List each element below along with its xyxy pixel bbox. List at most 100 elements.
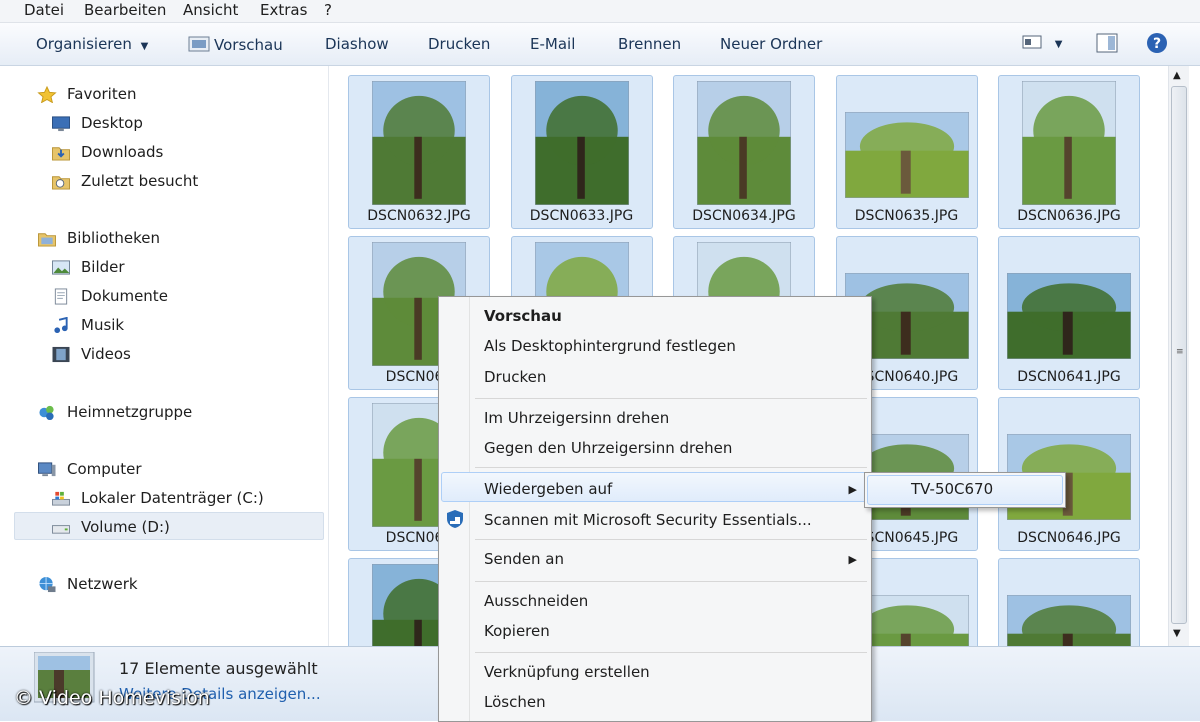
command-bar: Organisieren ▼ Vorschau Diashow Drucken … [0, 23, 1200, 66]
nav-label: Videos [81, 345, 131, 363]
nav-pictures[interactable]: Bilder [52, 258, 125, 276]
nav-label: Bilder [81, 258, 125, 276]
menu-separator [475, 539, 867, 540]
pictures-icon [52, 260, 70, 275]
nav-label: Dokumente [81, 287, 168, 305]
file-tile[interactable]: DSCN0635.JPG [835, 75, 978, 229]
network-icon [39, 576, 56, 593]
menu-item-label: Wiedergeben auf [484, 480, 613, 498]
menu-help[interactable]: ? [324, 1, 332, 19]
file-name: DSCN0633.JPG [529, 208, 634, 224]
file-tile[interactable]: DSCN0634.JPG [673, 75, 815, 229]
submenu-item-device[interactable]: TV-50C670 [911, 480, 993, 498]
menu-item-preview[interactable]: Vorschau [484, 307, 562, 325]
vertical-scrollbar[interactable]: ▲ ≡ ▼ [1168, 66, 1189, 646]
nav-desktop[interactable]: Desktop [52, 114, 143, 132]
menu-item-delete[interactable]: Löschen [484, 693, 546, 711]
file-tile[interactable]: DSCN0633.JPG [510, 75, 653, 229]
menu-file[interactable]: Datei [24, 1, 64, 19]
file-tile[interactable]: DSCN0641.JPG [998, 236, 1140, 390]
menu-view[interactable]: Ansicht [183, 1, 238, 19]
menu-separator [475, 398, 867, 399]
chevron-down-icon: ▼ [140, 41, 149, 52]
file-tile[interactable] [998, 558, 1140, 646]
burn-button[interactable]: Brennen [618, 35, 681, 53]
photo-thumbnail [697, 81, 791, 205]
photo-thumbnail [372, 81, 466, 205]
scroll-thumb[interactable]: ≡ [1171, 86, 1187, 624]
help-icon[interactable]: ? [1146, 32, 1168, 54]
computer-icon [38, 462, 56, 477]
menu-item-set-desktop[interactable]: Als Desktophintergrund festlegen [484, 337, 736, 355]
menu-item-scan[interactable]: Scannen mit Microsoft Security Essential… [484, 511, 812, 529]
nav-homegroup[interactable]: Heimnetzgruppe [39, 403, 193, 421]
view-options-button[interactable]: ▼ [1022, 33, 1062, 55]
nav-downloads[interactable]: Downloads [52, 143, 164, 161]
nav-local-disk[interactable]: Lokaler Datenträger (C:) [52, 489, 264, 507]
preview-button[interactable]: Vorschau [188, 35, 283, 54]
menu-item-rotate-cw[interactable]: Im Uhrzeigersinn drehen [484, 409, 669, 427]
menu-item-cut[interactable]: Ausschneiden [484, 592, 588, 610]
file-tile[interactable]: DSCN0636.JPG [998, 75, 1140, 229]
libraries-icon [38, 233, 56, 247]
nav-computer[interactable]: Computer [38, 460, 142, 478]
svg-text:?: ? [1153, 36, 1161, 52]
submenu-arrow-icon: ▶ [848, 553, 857, 566]
watermark: © Video Homevision [14, 687, 210, 709]
menu-separator [475, 581, 867, 582]
nav-videos[interactable]: Videos [52, 345, 131, 363]
photo-thumbnail [1007, 595, 1131, 646]
menu-item-play-to[interactable]: Wiedergeben auf [484, 480, 612, 498]
nav-label: Heimnetzgruppe [67, 403, 193, 421]
nav-documents[interactable]: Dokumente [54, 287, 168, 305]
preview-pane-icon[interactable] [1096, 33, 1118, 53]
file-name: DSCN0634.JPG [692, 208, 796, 224]
scroll-up-arrow[interactable]: ▲ [1173, 70, 1181, 81]
print-button[interactable]: Drucken [428, 35, 490, 53]
scroll-down-arrow[interactable]: ▼ [1173, 628, 1181, 639]
menu-item-print[interactable]: Drucken [484, 368, 546, 386]
nav-music[interactable]: Musik [54, 316, 125, 334]
organize-button[interactable]: Organisieren ▼ [36, 35, 148, 53]
recent-places-icon [52, 176, 70, 190]
nav-label: Netzwerk [67, 575, 138, 593]
menu-item-rotate-ccw[interactable]: Gegen den Uhrzeigersinn drehen [484, 439, 732, 457]
preview-icon [188, 36, 210, 52]
nav-label: Volume (D:) [81, 518, 170, 536]
system-drive-icon [52, 491, 70, 506]
nav-label: Lokaler Datenträger (C:) [81, 489, 264, 507]
submenu-arrow-icon: ▶ [848, 483, 857, 496]
menu-edit[interactable]: Bearbeiten [84, 1, 166, 19]
menu-separator [475, 652, 867, 653]
nav-label: Zuletzt besucht [81, 172, 199, 190]
nav-favorites[interactable]: Favoriten [37, 85, 136, 103]
photo-thumbnail [1007, 273, 1131, 359]
nav-volume-d[interactable]: Volume (D:) [52, 518, 170, 536]
file-name: DSCN0636.JPG [1017, 208, 1121, 224]
email-button[interactable]: E-Mail [530, 35, 575, 53]
photo-thumbnail [844, 112, 969, 198]
file-name: DSCN0632.JPG [367, 208, 471, 224]
nav-libraries[interactable]: Bibliotheken [38, 229, 160, 247]
music-icon [54, 317, 68, 334]
menu-item-create-shortcut[interactable]: Verknüpfung erstellen [484, 663, 650, 681]
menu-item-copy[interactable]: Kopieren [484, 622, 550, 640]
preview-label: Vorschau [214, 36, 283, 54]
slideshow-button[interactable]: Diashow [325, 35, 389, 53]
nav-network[interactable]: Netzwerk [39, 575, 138, 593]
navigation-pane: Favoriten Desktop Downloads Zuletzt besu… [0, 66, 329, 646]
menu-separator [475, 467, 867, 468]
menu-item-send-to[interactable]: Senden an [484, 550, 564, 568]
nav-label: Musik [81, 316, 125, 334]
file-tile[interactable]: DSCN0632.JPG [348, 75, 490, 229]
organize-label: Organisieren [36, 35, 132, 53]
nav-label: Downloads [81, 143, 164, 161]
photo-thumbnail [1022, 81, 1116, 205]
menu-extras[interactable]: Extras [260, 1, 307, 19]
photo-thumbnail [534, 81, 629, 205]
documents-icon [54, 288, 68, 305]
videos-icon [52, 346, 70, 363]
view-icon [1022, 35, 1042, 49]
new-folder-button[interactable]: Neuer Ordner [720, 35, 822, 53]
nav-recent[interactable]: Zuletzt besucht [52, 172, 199, 190]
